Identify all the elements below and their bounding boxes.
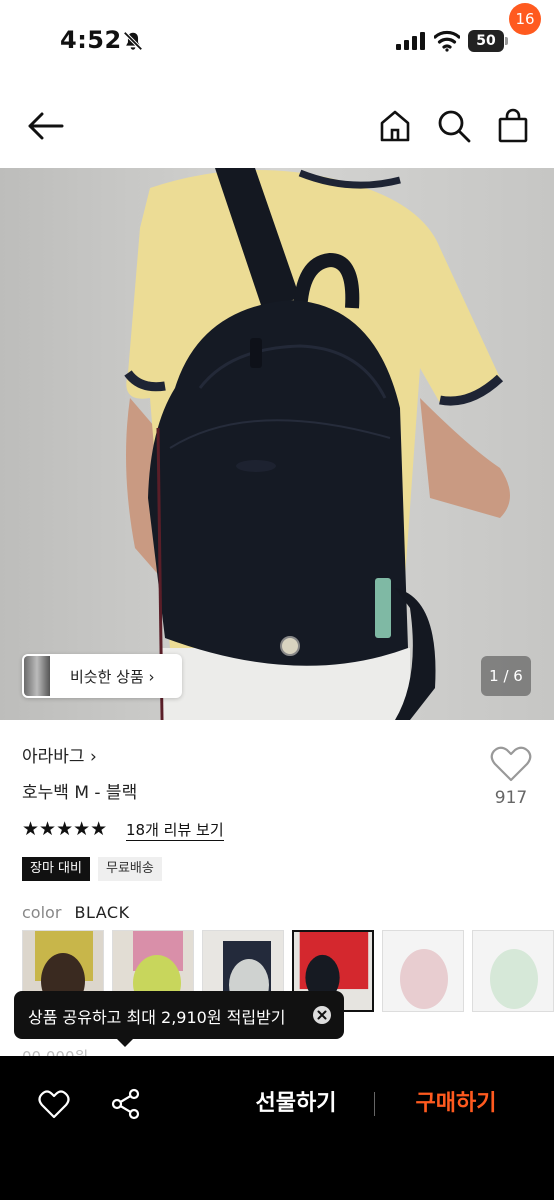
battery-icon: 50 xyxy=(468,30,508,52)
close-icon[interactable] xyxy=(312,1005,332,1025)
heart-icon[interactable] xyxy=(38,1090,70,1120)
swatch-pink[interactable] xyxy=(382,930,464,1012)
brand-link[interactable]: 아라바그 › xyxy=(22,742,97,767)
status-bar: 4:52 50 xyxy=(0,0,554,80)
review-link[interactable]: 18개 리뷰 보기 xyxy=(126,819,224,841)
bottom-action-bar: 선물하기 구매하기 xyxy=(0,1056,554,1200)
signal-icon xyxy=(396,32,425,50)
search-icon[interactable] xyxy=(436,108,472,144)
color-value: BLACK xyxy=(74,903,130,922)
price-partial: 00,000원 xyxy=(22,1046,88,1056)
heart-outline-icon[interactable] xyxy=(488,744,534,784)
status-time: 4:52 xyxy=(60,26,122,54)
bell-off-icon xyxy=(123,31,143,51)
battery-level: 50 xyxy=(468,30,504,52)
toast-message: 상품 공유하고 최대 2,910원 적립받기 xyxy=(28,1008,286,1027)
color-label: color xyxy=(22,903,62,922)
wifi-icon xyxy=(434,30,460,52)
similar-product-thumbnail xyxy=(24,656,50,696)
product-image[interactable] xyxy=(0,168,554,720)
gift-button[interactable]: 선물하기 xyxy=(232,1086,360,1122)
similar-products-button[interactable]: 비슷한 상품 › xyxy=(22,654,182,698)
share-reward-toast: 상품 공유하고 최대 2,910원 적립받기 xyxy=(14,991,344,1039)
share-icon[interactable] xyxy=(110,1088,142,1120)
similar-products-label: 비슷한 상품 › xyxy=(70,668,155,686)
swatch-mint[interactable] xyxy=(472,930,554,1012)
image-page-indicator: 1 / 6 xyxy=(481,656,531,696)
shopping-bag-icon[interactable] xyxy=(496,108,530,144)
back-arrow-icon[interactable] xyxy=(24,108,66,144)
product-title: 호누백 M - 블랙 xyxy=(22,783,138,803)
toast-pointer xyxy=(117,1039,133,1047)
star-rating: ★★★★★ xyxy=(22,818,108,840)
home-icon[interactable] xyxy=(378,108,412,144)
like-count: 917 xyxy=(494,788,528,808)
color-row: color BLACK xyxy=(22,903,130,922)
buy-button[interactable]: 구매하기 xyxy=(392,1086,520,1122)
rainy-season-badge: 장마 대비 xyxy=(22,857,90,881)
button-divider xyxy=(374,1092,375,1116)
cart-count-badge: 16 xyxy=(509,3,541,35)
free-shipping-badge: 무료배송 xyxy=(98,857,162,881)
app-header xyxy=(0,88,554,166)
backpack-photo xyxy=(0,168,554,720)
